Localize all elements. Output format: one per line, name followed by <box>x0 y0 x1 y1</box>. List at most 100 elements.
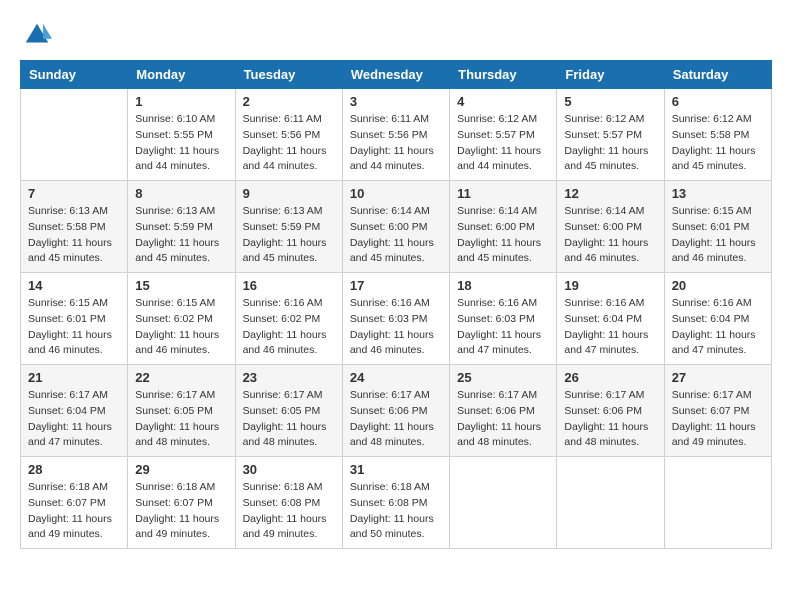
page-header <box>20 20 772 50</box>
day-info: Sunrise: 6:17 AM Sunset: 6:06 PM Dayligh… <box>564 388 656 451</box>
day-number: 6 <box>672 94 764 109</box>
calendar-day-cell <box>664 457 771 549</box>
day-info: Sunrise: 6:18 AM Sunset: 6:08 PM Dayligh… <box>243 480 335 543</box>
day-info: Sunrise: 6:15 AM Sunset: 6:01 PM Dayligh… <box>672 204 764 267</box>
day-info: Sunrise: 6:12 AM Sunset: 5:58 PM Dayligh… <box>672 112 764 175</box>
calendar-day-cell <box>21 89 128 181</box>
day-info: Sunrise: 6:11 AM Sunset: 5:56 PM Dayligh… <box>350 112 442 175</box>
day-number: 25 <box>457 370 549 385</box>
logo-icon <box>22 20 52 50</box>
day-number: 12 <box>564 186 656 201</box>
calendar-day-cell: 18 Sunrise: 6:16 AM Sunset: 6:03 PM Dayli… <box>450 273 557 365</box>
day-info: Sunrise: 6:14 AM Sunset: 6:00 PM Dayligh… <box>457 204 549 267</box>
calendar-header-row: SundayMondayTuesdayWednesdayThursdayFrid… <box>21 61 772 89</box>
day-number: 26 <box>564 370 656 385</box>
weekday-header: Tuesday <box>235 61 342 89</box>
calendar-day-cell: 24 Sunrise: 6:17 AM Sunset: 6:06 PM Dayli… <box>342 365 449 457</box>
day-info: Sunrise: 6:17 AM Sunset: 6:04 PM Dayligh… <box>28 388 120 451</box>
calendar-week-row: 7Sunrise: 6:13 AM Sunset: 5:58 PM Daylig… <box>21 181 772 273</box>
calendar-day-cell: 12 Sunrise: 6:14 AM Sunset: 6:00 PM Dayli… <box>557 181 664 273</box>
day-info: Sunrise: 6:15 AM Sunset: 6:01 PM Dayligh… <box>28 296 120 359</box>
day-info: Sunrise: 6:13 AM Sunset: 5:59 PM Dayligh… <box>135 204 227 267</box>
day-info: Sunrise: 6:16 AM Sunset: 6:03 PM Dayligh… <box>457 296 549 359</box>
day-info: Sunrise: 6:12 AM Sunset: 5:57 PM Dayligh… <box>457 112 549 175</box>
day-number: 2 <box>243 94 335 109</box>
calendar-day-cell: 9 Sunrise: 6:13 AM Sunset: 5:59 PM Daylig… <box>235 181 342 273</box>
day-number: 14 <box>28 278 120 293</box>
day-number: 19 <box>564 278 656 293</box>
calendar-day-cell <box>557 457 664 549</box>
calendar-day-cell <box>450 457 557 549</box>
day-info: Sunrise: 6:17 AM Sunset: 6:06 PM Dayligh… <box>457 388 549 451</box>
day-info: Sunrise: 6:17 AM Sunset: 6:07 PM Dayligh… <box>672 388 764 451</box>
day-info: Sunrise: 6:16 AM Sunset: 6:04 PM Dayligh… <box>564 296 656 359</box>
calendar-day-cell: 2 Sunrise: 6:11 AM Sunset: 5:56 PM Daylig… <box>235 89 342 181</box>
day-info: Sunrise: 6:11 AM Sunset: 5:56 PM Dayligh… <box>243 112 335 175</box>
day-number: 15 <box>135 278 227 293</box>
day-number: 24 <box>350 370 442 385</box>
logo <box>20 20 52 50</box>
day-number: 8 <box>135 186 227 201</box>
day-number: 29 <box>135 462 227 477</box>
day-info: Sunrise: 6:18 AM Sunset: 6:07 PM Dayligh… <box>28 480 120 543</box>
day-number: 17 <box>350 278 442 293</box>
calendar-day-cell: 7Sunrise: 6:13 AM Sunset: 5:58 PM Daylig… <box>21 181 128 273</box>
calendar-day-cell: 31 Sunrise: 6:18 AM Sunset: 6:08 PM Dayli… <box>342 457 449 549</box>
weekday-header: Wednesday <box>342 61 449 89</box>
weekday-header: Monday <box>128 61 235 89</box>
calendar-day-cell: 30Sunrise: 6:18 AM Sunset: 6:08 PM Dayli… <box>235 457 342 549</box>
calendar-day-cell: 10 Sunrise: 6:14 AM Sunset: 6:00 PM Dayli… <box>342 181 449 273</box>
calendar-week-row: 28 Sunrise: 6:18 AM Sunset: 6:07 PM Dayli… <box>21 457 772 549</box>
day-info: Sunrise: 6:17 AM Sunset: 6:06 PM Dayligh… <box>350 388 442 451</box>
day-info: Sunrise: 6:16 AM Sunset: 6:04 PM Dayligh… <box>672 296 764 359</box>
day-info: Sunrise: 6:14 AM Sunset: 6:00 PM Dayligh… <box>350 204 442 267</box>
day-number: 5 <box>564 94 656 109</box>
day-info: Sunrise: 6:17 AM Sunset: 6:05 PM Dayligh… <box>243 388 335 451</box>
day-number: 16 <box>243 278 335 293</box>
day-number: 27 <box>672 370 764 385</box>
day-number: 22 <box>135 370 227 385</box>
calendar-day-cell: 25 Sunrise: 6:17 AM Sunset: 6:06 PM Dayli… <box>450 365 557 457</box>
weekday-header: Thursday <box>450 61 557 89</box>
day-number: 10 <box>350 186 442 201</box>
day-number: 20 <box>672 278 764 293</box>
calendar-day-cell: 23Sunrise: 6:17 AM Sunset: 6:05 PM Dayli… <box>235 365 342 457</box>
calendar-day-cell: 27 Sunrise: 6:17 AM Sunset: 6:07 PM Dayli… <box>664 365 771 457</box>
calendar-day-cell: 3 Sunrise: 6:11 AM Sunset: 5:56 PM Daylig… <box>342 89 449 181</box>
calendar-day-cell: 15 Sunrise: 6:15 AM Sunset: 6:02 PM Dayli… <box>128 273 235 365</box>
day-number: 3 <box>350 94 442 109</box>
day-info: Sunrise: 6:12 AM Sunset: 5:57 PM Dayligh… <box>564 112 656 175</box>
day-info: Sunrise: 6:17 AM Sunset: 6:05 PM Dayligh… <box>135 388 227 451</box>
calendar-day-cell: 28 Sunrise: 6:18 AM Sunset: 6:07 PM Dayli… <box>21 457 128 549</box>
day-info: Sunrise: 6:16 AM Sunset: 6:03 PM Dayligh… <box>350 296 442 359</box>
calendar-day-cell: 14 Sunrise: 6:15 AM Sunset: 6:01 PM Dayli… <box>21 273 128 365</box>
calendar-day-cell: 21 Sunrise: 6:17 AM Sunset: 6:04 PM Dayli… <box>21 365 128 457</box>
calendar-day-cell: 20 Sunrise: 6:16 AM Sunset: 6:04 PM Dayli… <box>664 273 771 365</box>
weekday-header: Sunday <box>21 61 128 89</box>
day-info: Sunrise: 6:16 AM Sunset: 6:02 PM Dayligh… <box>243 296 335 359</box>
calendar-day-cell: 1 Sunrise: 6:10 AM Sunset: 5:55 PM Daylig… <box>128 89 235 181</box>
weekday-header: Friday <box>557 61 664 89</box>
day-number: 18 <box>457 278 549 293</box>
day-number: 31 <box>350 462 442 477</box>
day-number: 28 <box>28 462 120 477</box>
day-info: Sunrise: 6:10 AM Sunset: 5:55 PM Dayligh… <box>135 112 227 175</box>
day-number: 9 <box>243 186 335 201</box>
day-info: Sunrise: 6:15 AM Sunset: 6:02 PM Dayligh… <box>135 296 227 359</box>
day-number: 1 <box>135 94 227 109</box>
calendar-week-row: 21 Sunrise: 6:17 AM Sunset: 6:04 PM Dayli… <box>21 365 772 457</box>
calendar-day-cell: 19 Sunrise: 6:16 AM Sunset: 6:04 PM Dayli… <box>557 273 664 365</box>
day-number: 21 <box>28 370 120 385</box>
day-number: 7 <box>28 186 120 201</box>
calendar-day-cell: 4Sunrise: 6:12 AM Sunset: 5:57 PM Daylig… <box>450 89 557 181</box>
day-number: 11 <box>457 186 549 201</box>
day-number: 13 <box>672 186 764 201</box>
calendar-day-cell: 5 Sunrise: 6:12 AM Sunset: 5:57 PM Daylig… <box>557 89 664 181</box>
weekday-header: Saturday <box>664 61 771 89</box>
calendar-day-cell: 6 Sunrise: 6:12 AM Sunset: 5:58 PM Daylig… <box>664 89 771 181</box>
calendar-day-cell: 29Sunrise: 6:18 AM Sunset: 6:07 PM Dayli… <box>128 457 235 549</box>
day-info: Sunrise: 6:18 AM Sunset: 6:08 PM Dayligh… <box>350 480 442 543</box>
day-info: Sunrise: 6:14 AM Sunset: 6:00 PM Dayligh… <box>564 204 656 267</box>
day-info: Sunrise: 6:13 AM Sunset: 5:59 PM Dayligh… <box>243 204 335 267</box>
calendar-day-cell: 22 Sunrise: 6:17 AM Sunset: 6:05 PM Dayli… <box>128 365 235 457</box>
